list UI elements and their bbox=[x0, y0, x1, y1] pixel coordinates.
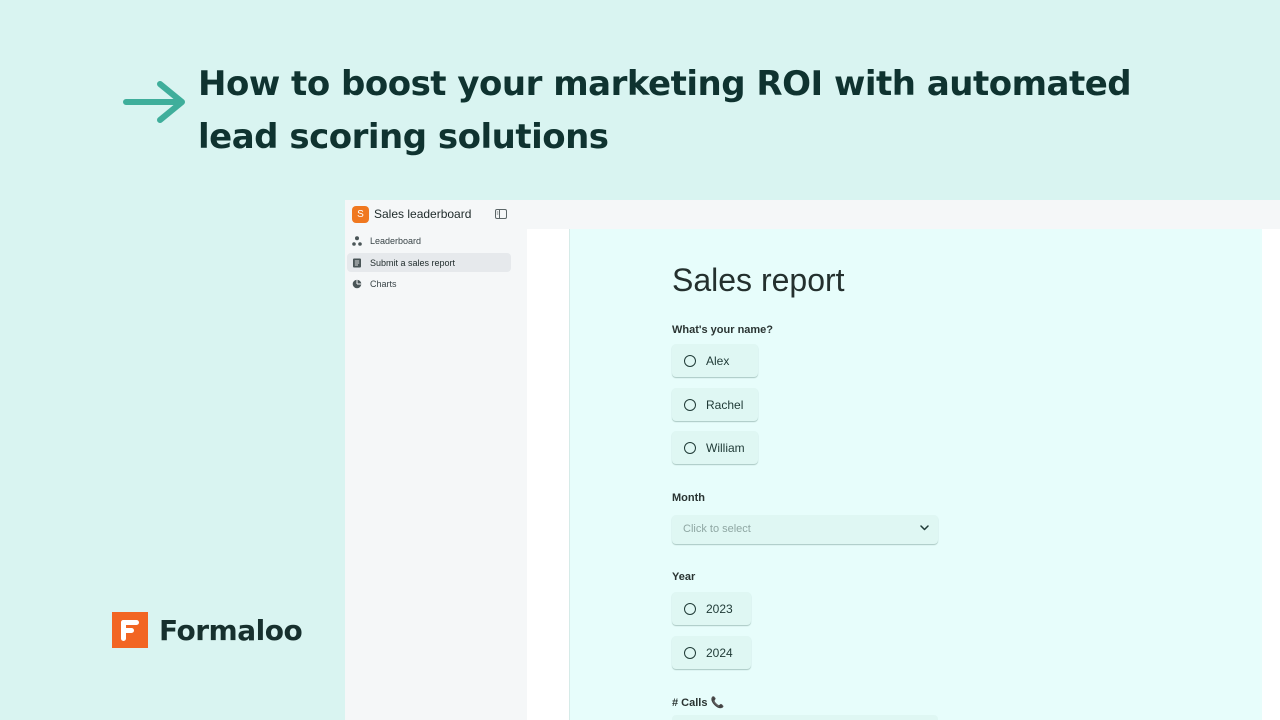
choice-alex[interactable]: Alex bbox=[672, 344, 758, 377]
app-window: S Sales leaderboard Leaderboard Submit a… bbox=[345, 200, 1280, 720]
org-chart-icon bbox=[352, 235, 362, 246]
brand-logo: Formaloo bbox=[112, 612, 303, 648]
formaloo-logo-icon bbox=[112, 612, 148, 648]
choice-label: 2023 bbox=[706, 601, 733, 616]
calls-input[interactable] bbox=[672, 715, 938, 720]
form-icon bbox=[352, 258, 362, 268]
choice-2023[interactable]: 2023 bbox=[672, 592, 751, 625]
sidebar-item-label: Submit a sales report bbox=[370, 257, 456, 268]
radio-icon bbox=[684, 602, 696, 615]
sidebar-item-label: Charts bbox=[370, 278, 397, 289]
form-area: Sales report What's your name? Alex Rach… bbox=[569, 229, 1262, 720]
calls-question-label: # Calls 📞 bbox=[672, 697, 725, 709]
divider bbox=[569, 229, 570, 720]
choice-rachel[interactable]: Rachel bbox=[672, 388, 758, 421]
choice-label: Alex bbox=[706, 353, 730, 368]
brand-name: Formaloo bbox=[159, 613, 303, 647]
sidebar: Leaderboard Submit a sales report Charts bbox=[345, 229, 527, 720]
app-header: S Sales leaderboard bbox=[345, 200, 1280, 229]
content-margin-right bbox=[1262, 229, 1280, 720]
year-question-label: Year bbox=[672, 571, 696, 583]
month-select[interactable]: Click to select bbox=[672, 515, 938, 544]
choice-label: William bbox=[706, 440, 745, 455]
choice-2024[interactable]: 2024 bbox=[672, 636, 751, 669]
app-title: Sales leaderboard bbox=[374, 207, 472, 221]
sidebar-item-submit-report[interactable]: Submit a sales report bbox=[347, 253, 511, 272]
choice-label: 2024 bbox=[706, 645, 733, 660]
arrow-right-icon bbox=[123, 81, 185, 123]
month-question-label: Month bbox=[672, 492, 705, 504]
sidebar-item-leaderboard[interactable]: Leaderboard bbox=[347, 231, 511, 250]
form-title: Sales report bbox=[672, 262, 845, 298]
sidebar-item-label: Leaderboard bbox=[370, 235, 422, 246]
choice-label: Rachel bbox=[706, 397, 744, 412]
radio-icon bbox=[684, 646, 696, 659]
select-placeholder: Click to select bbox=[683, 523, 751, 535]
app-badge: S bbox=[352, 206, 369, 223]
content-margin-left bbox=[527, 229, 569, 720]
chevron-down-icon bbox=[920, 525, 929, 531]
pie-chart-icon bbox=[352, 279, 362, 289]
radio-icon bbox=[684, 354, 696, 367]
radio-icon bbox=[684, 441, 696, 454]
sidebar-item-charts[interactable]: Charts bbox=[347, 274, 511, 293]
radio-icon bbox=[684, 398, 696, 411]
sidebar-toggle-icon[interactable] bbox=[495, 209, 507, 219]
choice-william[interactable]: William bbox=[672, 431, 758, 464]
headline: How to boost your marketing ROI with aut… bbox=[198, 64, 1132, 157]
name-question-label: What's your name? bbox=[672, 324, 774, 336]
